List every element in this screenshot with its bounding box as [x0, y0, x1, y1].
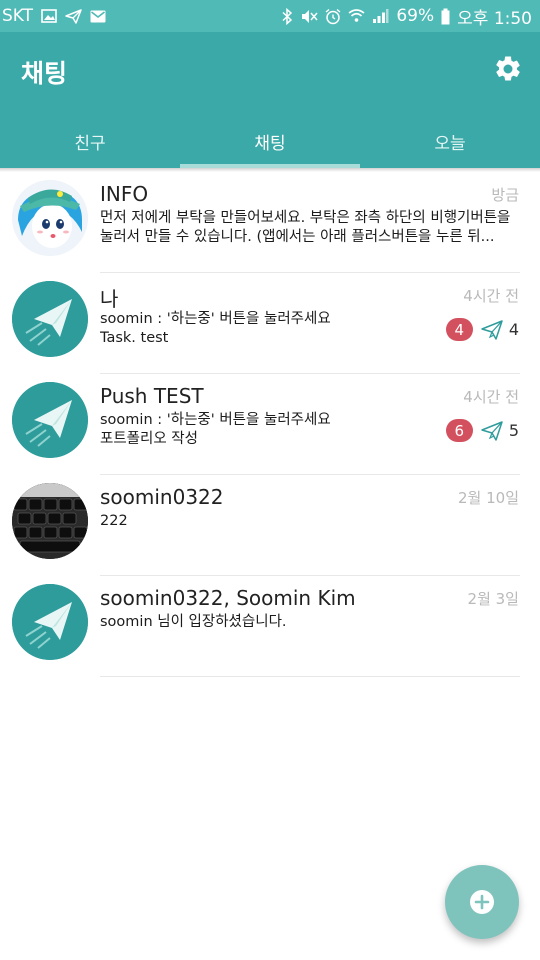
- paper-plane-avatar: [12, 584, 88, 660]
- preview-line: 먼저 저에게 부탁을 만들어보세요. 부탁은 좌측 하단의 비행기버튼을: [100, 210, 511, 226]
- tab-chat[interactable]: 채팅: [180, 114, 360, 168]
- plus-icon: [470, 890, 494, 914]
- chat-time: 2월 3일: [467, 590, 519, 608]
- signal-icon: [372, 8, 389, 24]
- unread-badge: 4: [445, 318, 473, 341]
- status-bar: SKT 69% 오후 1:50: [0, 0, 540, 32]
- page-title: 채팅: [21, 59, 68, 88]
- preview-line: soomin 님이 입장하셨습니다.: [100, 614, 287, 630]
- unread-badge: 6: [445, 419, 473, 442]
- chat-item-soomin0322[interactable]: soomin0322 2월 10일 222: [0, 475, 540, 576]
- alarm-icon: [325, 8, 341, 25]
- chat-item-group[interactable]: soomin0322, Soomin Kim 2월 3일 soomin 님이 입…: [0, 576, 540, 677]
- mute-icon: [300, 8, 318, 25]
- tab-friends[interactable]: 친구: [0, 114, 180, 168]
- chat-name: soomin0322, Soomin Kim: [100, 586, 356, 610]
- bluetooth-icon: [282, 7, 293, 25]
- sent-count: 5: [508, 421, 519, 440]
- chat-preview: 222: [100, 512, 520, 531]
- send-icon: [65, 8, 82, 24]
- chat-preview: soomin 님이 입장하셨습니다.: [100, 613, 520, 632]
- chat-name: Push TEST: [100, 384, 204, 408]
- chat-item-me[interactable]: 나 4시간 전 soomin : '하는중' 버튼을 눌러주세요 Task. t…: [0, 273, 540, 374]
- image-icon: [41, 9, 57, 23]
- clock: 오후 1:50: [457, 8, 532, 29]
- chat-list: INFO 방금 먼저 저에게 부탁을 만들어보세요. 부탁은 좌측 하단의 비행…: [0, 172, 540, 677]
- preview-line: 222: [100, 513, 128, 529]
- keyboard-photo-avatar: [12, 483, 88, 559]
- chat-badges: 4 4: [445, 318, 519, 341]
- paper-plane-avatar: [12, 281, 88, 357]
- new-chat-button[interactable]: [445, 865, 519, 939]
- chat-name: soomin0322: [100, 485, 224, 509]
- chat-name: INFO: [100, 182, 149, 206]
- battery-icon: [441, 8, 450, 25]
- carrier-label: SKT: [2, 6, 34, 26]
- chat-time: 4시간 전: [463, 287, 519, 305]
- mail-icon: [90, 10, 106, 23]
- wifi-icon: [348, 8, 365, 24]
- tab-today[interactable]: 오늘: [360, 114, 540, 168]
- paper-plane-icon: [481, 319, 503, 340]
- gear-icon: [496, 56, 520, 81]
- paper-plane-avatar: [12, 382, 88, 458]
- chat-item-push-test[interactable]: Push TEST 4시간 전 soomin : '하는중' 버튼을 눌러주세요…: [0, 374, 540, 475]
- preview-line: 눌러서 만들 수 있습니다. (앱에서는 아래 플러스버튼을 누른 뒤...: [100, 229, 495, 245]
- sent-count: 4: [508, 320, 519, 339]
- character-avatar: [12, 180, 88, 256]
- chat-time: 4시간 전: [463, 388, 519, 406]
- settings-button[interactable]: [491, 52, 525, 86]
- tab-bar: 친구 채팅 오늘: [0, 114, 540, 168]
- paper-plane-icon: [481, 420, 503, 441]
- divider: [100, 676, 520, 677]
- chat-time: 2월 10일: [458, 489, 519, 507]
- chat-name: 나: [100, 287, 119, 311]
- chat-item-info[interactable]: INFO 방금 먼저 저에게 부탁을 만들어보세요. 부탁은 좌측 하단의 비행…: [0, 172, 540, 273]
- chat-badges: 6 5: [445, 419, 519, 442]
- battery-percent: 69%: [396, 6, 435, 26]
- chat-time: 방금: [491, 186, 519, 204]
- chat-preview: 먼저 저에게 부탁을 만들어보세요. 부탁은 좌측 하단의 비행기버튼을 눌러서…: [100, 209, 520, 247]
- app-bar: 채팅 친구 채팅 오늘: [0, 32, 540, 168]
